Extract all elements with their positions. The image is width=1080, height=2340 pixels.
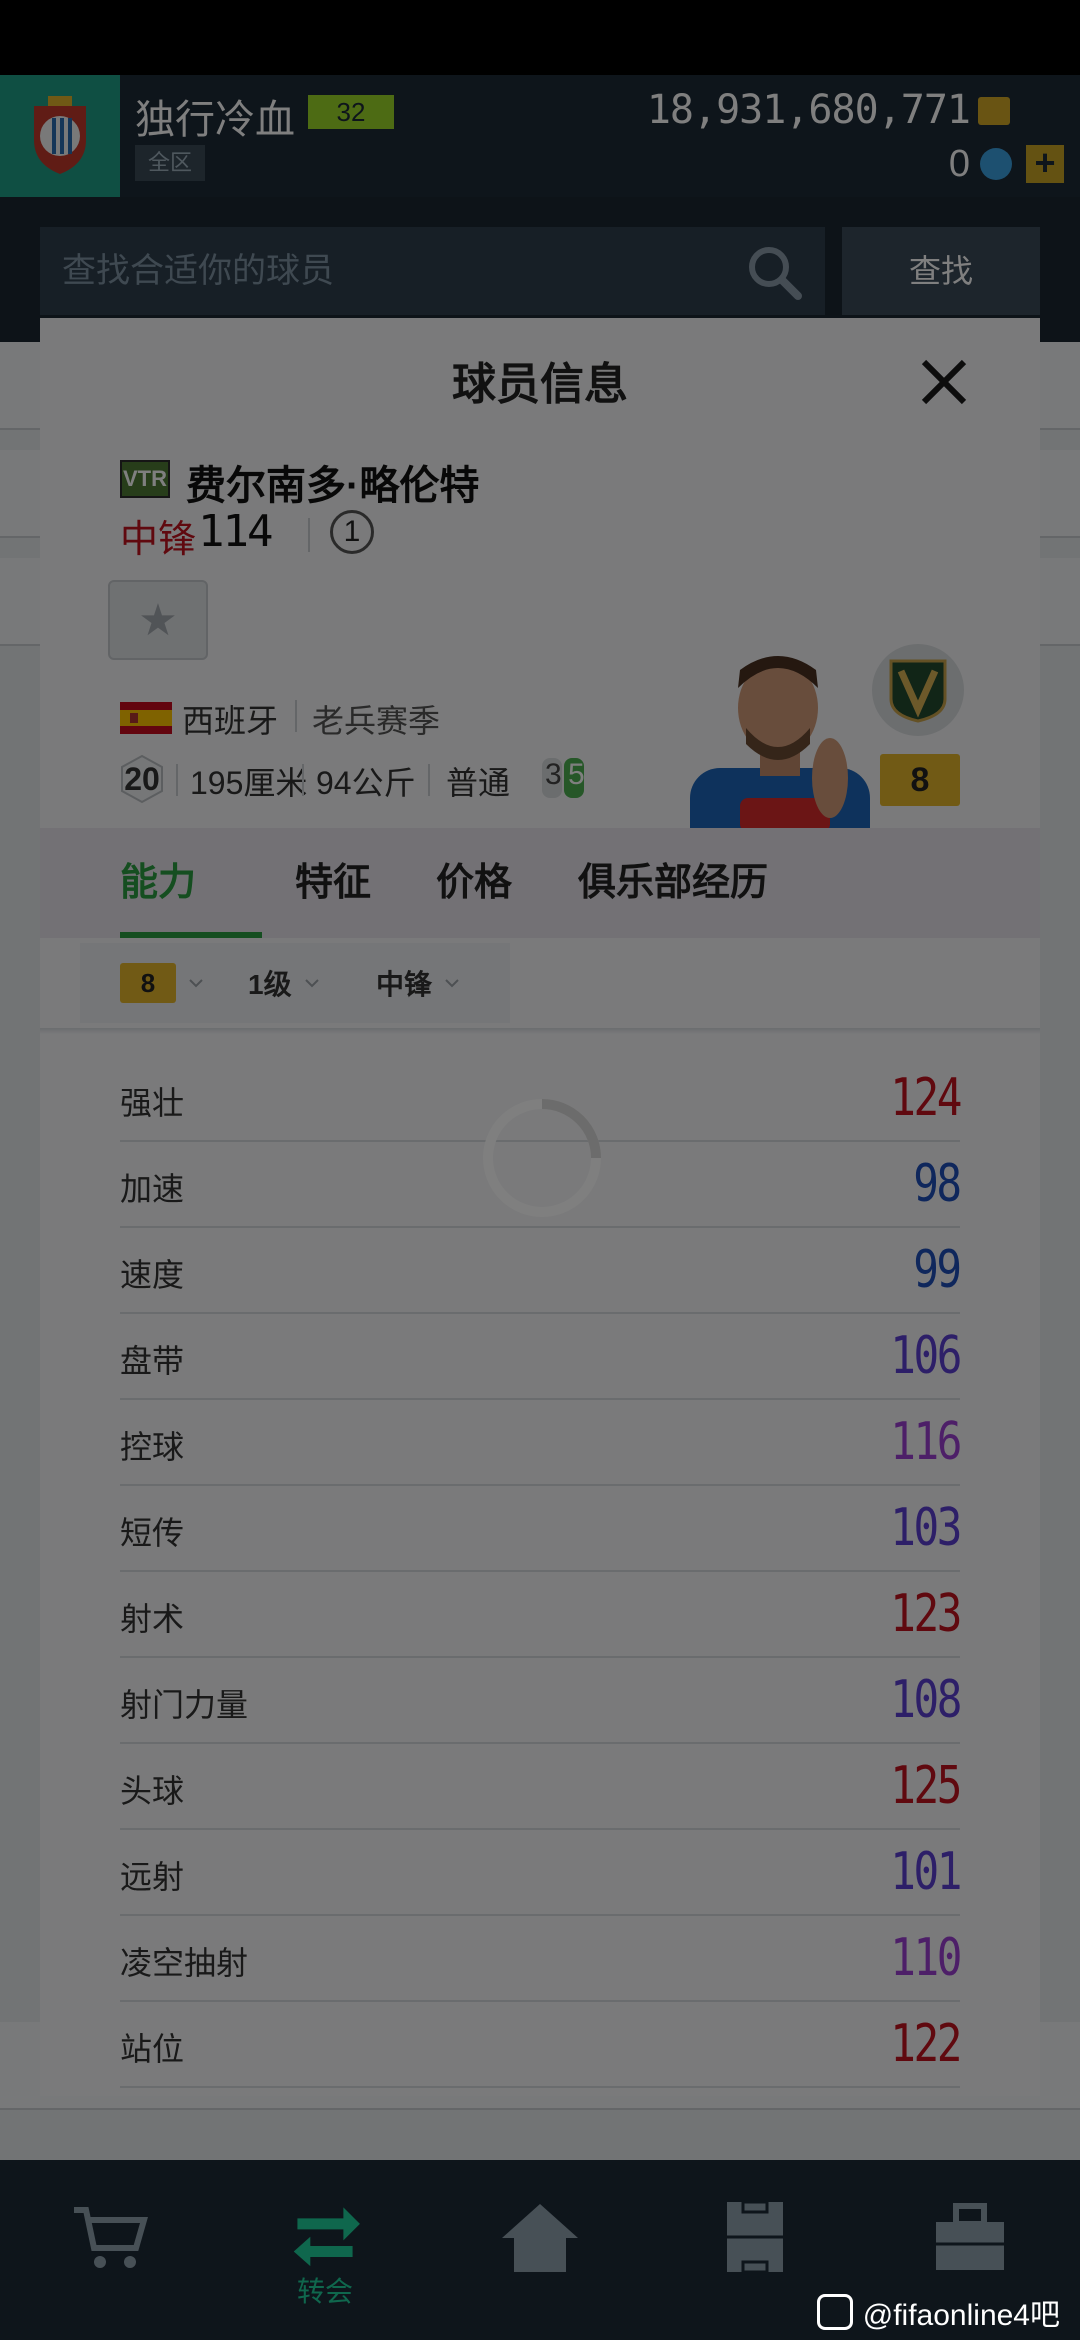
loading-overlay: [0, 0, 1080, 2340]
screen: 独行冷血 32 全区 18,931,680,771 0 + 查找合适你的球员 查…: [0, 0, 1080, 2340]
watermark: @fifaonline4吧: [816, 2290, 1060, 2334]
tieba-logo-icon: [816, 2294, 853, 2330]
watermark-text: @fifaonline4吧: [862, 2299, 1060, 2332]
